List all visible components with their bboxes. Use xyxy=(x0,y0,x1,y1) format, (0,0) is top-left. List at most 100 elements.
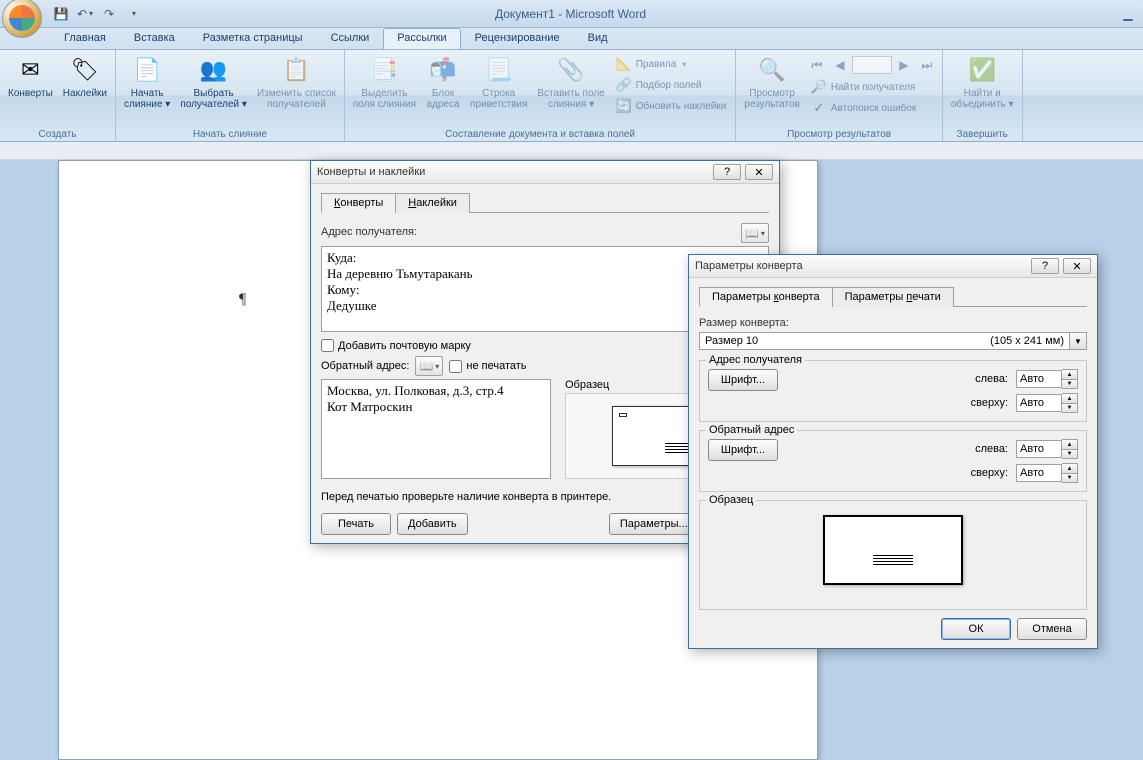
add-postage-label: Добавить почтовую марку xyxy=(338,340,471,352)
params-sample-label: Образец xyxy=(706,494,756,506)
dialog-close-button[interactable]: ✕ xyxy=(745,164,773,180)
first-record-button: ⏮ xyxy=(806,54,828,76)
add-postage-checkbox[interactable] xyxy=(321,339,334,352)
window-title: Документ1 - Microsoft Word xyxy=(24,7,1117,21)
return-top-input[interactable] xyxy=(1016,464,1062,482)
no-print-checkbox[interactable] xyxy=(449,360,462,373)
tab-mailings[interactable]: Рассылки xyxy=(383,28,460,49)
tab-labels[interactable]: Наклейки xyxy=(395,193,470,213)
edit-list-icon: 📋 xyxy=(280,54,312,86)
return-left-input[interactable] xyxy=(1016,440,1062,458)
dialog-help-button[interactable]: ? xyxy=(713,164,741,180)
spin-up[interactable]: ▲ xyxy=(1062,370,1077,379)
tab-insert[interactable]: Вставка xyxy=(120,28,189,49)
address-block-button: 📬 Блокадреса xyxy=(422,52,464,112)
tab-home[interactable]: Главная xyxy=(50,28,120,49)
spin-down[interactable]: ▼ xyxy=(1062,403,1077,412)
dialog-envelopes-title: Конверты и наклейки xyxy=(317,166,713,178)
label-icon: 🏷 xyxy=(69,54,101,86)
highlight-icon: 📑 xyxy=(368,54,400,86)
edit-recipient-list-button: 📋 Изменить списокполучателей xyxy=(253,52,340,112)
update-labels-button: 🔄Обновить наклейки xyxy=(611,96,732,116)
tab-view[interactable]: Вид xyxy=(574,28,622,49)
tab-layout[interactable]: Разметка страницы xyxy=(189,28,317,49)
params-envelope-preview xyxy=(823,515,963,585)
tab-envelopes[interactable]: Конверты xyxy=(321,193,396,213)
rules-icon: 📐 xyxy=(616,56,632,72)
recip-top-label: сверху: xyxy=(971,397,1008,409)
rules-button: 📐Правила▾ xyxy=(611,54,732,74)
env-size-label: Размер конверта: xyxy=(699,317,1087,329)
tab-references[interactable]: Ссылки xyxy=(317,28,384,49)
preview-icon: 🔍 xyxy=(756,54,788,86)
paragraph-mark: ¶ xyxy=(239,291,246,309)
recip-left-input[interactable] xyxy=(1016,370,1062,388)
return-font-button[interactable]: Шрифт... xyxy=(708,439,778,461)
return-group-label: Обратный адрес xyxy=(706,424,797,436)
group-create: Создать xyxy=(4,128,111,141)
group-compose: Составление документа и вставка полей xyxy=(349,128,731,141)
group-finish: Завершить xyxy=(947,128,1018,141)
return-top-label: сверху: xyxy=(971,467,1008,479)
next-record-button: ▶ xyxy=(893,54,915,76)
group-start-merge: Начать слияние xyxy=(120,128,340,141)
start-merge-button[interactable]: 📄 Начатьслияние ▾ xyxy=(120,52,174,112)
envelopes-button[interactable]: ✉ Конверты xyxy=(4,52,57,101)
tab-print-params[interactable]: Параметры печати xyxy=(832,287,954,307)
record-number-input xyxy=(852,56,892,74)
tab-review[interactable]: Рецензирование xyxy=(461,28,574,49)
insert-field-icon: 📎 xyxy=(555,54,587,86)
auto-check-button: ✓Автопоиск ошибок xyxy=(806,98,938,118)
spin-down[interactable]: ▼ xyxy=(1062,379,1077,388)
greeting-line-button: 📃 Строкаприветствия xyxy=(466,52,531,112)
find-icon: 🔎 xyxy=(811,79,827,95)
recipient-group-label: Адрес получателя xyxy=(706,354,805,366)
tab-env-params[interactable]: Параметры конверта xyxy=(699,287,833,307)
return-address-input[interactable] xyxy=(321,379,551,479)
minimize-button[interactable]: ▁ xyxy=(1117,3,1139,25)
update-icon: 🔄 xyxy=(616,98,632,114)
chevron-down-icon[interactable]: ▼ xyxy=(1070,332,1087,350)
labels-button[interactable]: 🏷 Наклейки xyxy=(59,52,111,101)
recipient-address-label: Адрес получателя: xyxy=(321,226,417,238)
highlight-fields-button: 📑 Выделитьполя слияния xyxy=(349,52,420,112)
prev-record-button: ◀ xyxy=(829,54,851,76)
return-address-label: Обратный адрес: xyxy=(321,360,409,372)
greeting-icon: 📃 xyxy=(483,54,515,86)
finish-merge-button: ✅ Найти иобъединить ▾ xyxy=(947,52,1018,112)
ok-button[interactable]: ОК xyxy=(941,618,1011,640)
insert-merge-field-button: 📎 Вставить полеслияния ▾ xyxy=(533,52,608,112)
parameters-button[interactable]: Параметры... xyxy=(609,513,699,535)
recipient-font-button[interactable]: Шрифт... xyxy=(708,369,778,391)
add-button[interactable]: Добавить xyxy=(397,513,468,535)
spin-up[interactable]: ▲ xyxy=(1062,440,1077,449)
no-print-label: не печатать xyxy=(466,360,526,372)
recip-top-input[interactable] xyxy=(1016,394,1062,412)
recip-left-label: слева: xyxy=(971,373,1008,385)
return-address-book-button[interactable]: 📖▾ xyxy=(415,356,443,376)
mailmerge-icon: 📄 xyxy=(131,54,163,86)
dialog-params-title: Параметры конверта xyxy=(695,260,1031,272)
envelope-icon: ✉ xyxy=(14,54,46,86)
address-book-button[interactable]: 📖▾ xyxy=(741,223,769,243)
spin-down[interactable]: ▼ xyxy=(1062,449,1077,458)
cancel-button[interactable]: Отмена xyxy=(1017,618,1087,640)
print-button[interactable]: Печать xyxy=(321,513,391,535)
address-icon: 📬 xyxy=(427,54,459,86)
sample-label: Образец xyxy=(565,379,609,391)
find-recipient-button: 🔎Найти получателя xyxy=(806,77,938,97)
group-preview: Просмотр результатов xyxy=(740,128,938,141)
spin-up[interactable]: ▲ xyxy=(1062,394,1077,403)
spin-down[interactable]: ▼ xyxy=(1062,473,1077,482)
params-close-button[interactable]: ✕ xyxy=(1063,258,1091,274)
match-fields-button: 🔗Подбор полей xyxy=(611,75,732,95)
finish-icon: ✅ xyxy=(966,54,998,86)
spin-up[interactable]: ▲ xyxy=(1062,464,1077,473)
match-icon: 🔗 xyxy=(616,77,632,93)
env-size-combo[interactable]: Размер 10(105 x 241 мм) ▼ xyxy=(699,332,1087,350)
check-icon: ✓ xyxy=(811,100,827,116)
params-help-button[interactable]: ? xyxy=(1031,258,1059,274)
preview-results-button: 🔍 Просмотррезультатов xyxy=(740,52,804,112)
people-icon: 👥 xyxy=(198,54,230,86)
select-recipients-button[interactable]: 👥 Выбратьполучателей ▾ xyxy=(176,52,251,112)
